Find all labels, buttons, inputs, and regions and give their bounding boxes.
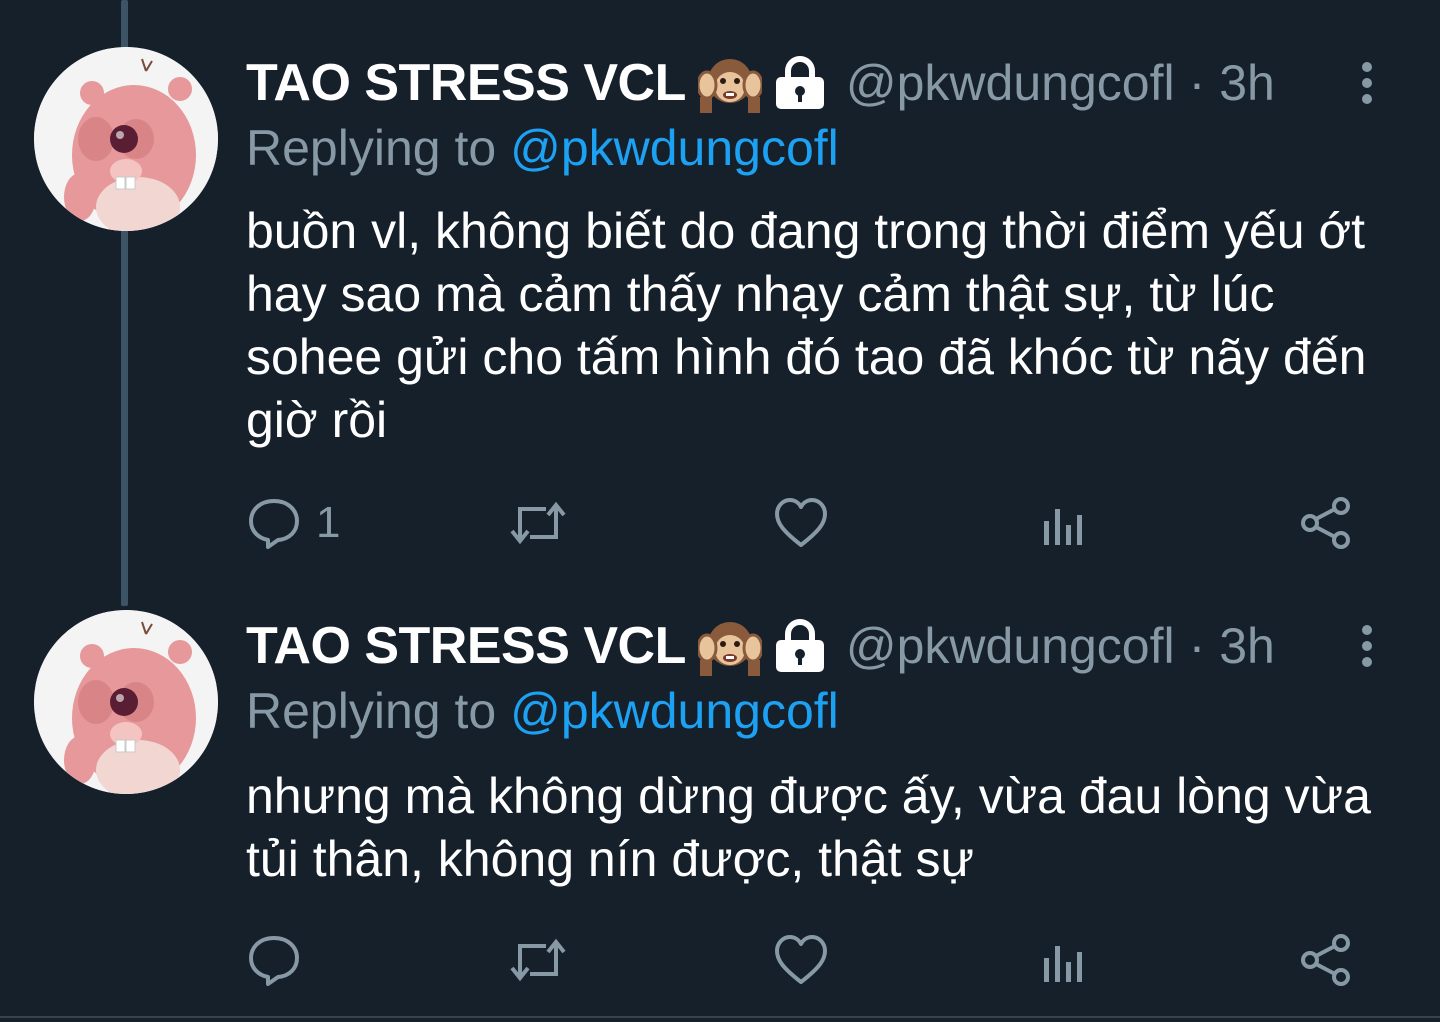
like-button[interactable]	[773, 930, 829, 990]
reply-count: 1	[316, 498, 341, 547]
replying-to-handle-link[interactable]: @pkwdungcofl	[510, 120, 839, 176]
tweet-header: TAO STRESS VCL @pkwdungcofl · 3h	[246, 47, 1275, 119]
analytics-button[interactable]	[1040, 493, 1088, 553]
separator-dot: ·	[1188, 55, 1206, 111]
beaver-avatar-image	[34, 610, 218, 794]
analytics-bar-icon	[1044, 946, 1082, 982]
replying-to-line: Replying to @pkwdungcofl	[246, 682, 839, 740]
reply-button[interactable]: 1	[246, 493, 340, 553]
analytics-button[interactable]	[1040, 930, 1088, 990]
tweet-timestamp[interactable]: 3h	[1219, 617, 1275, 675]
tweet-header: TAO STRESS VCL @pkwdungcofl · 3h	[246, 610, 1275, 682]
share-icon	[1301, 497, 1350, 549]
tweet-actions: 1	[0, 493, 1440, 553]
retweet-button[interactable]	[506, 930, 570, 990]
retweet-icon	[510, 501, 566, 545]
lock-icon	[772, 616, 828, 676]
more-options-icon[interactable]	[1352, 610, 1382, 682]
avatar[interactable]	[34, 47, 218, 231]
heart-icon	[775, 498, 827, 547]
share-button[interactable]	[1298, 930, 1354, 990]
share-icon	[1301, 934, 1350, 986]
separator-dot: ·	[1188, 618, 1206, 674]
monkey-covering-ears-emoji-icon	[696, 51, 764, 115]
analytics-bar-icon	[1044, 509, 1082, 545]
tweet-text: buồn vl, không biết do đang trong thời đ…	[246, 203, 1367, 448]
heart-icon	[775, 935, 827, 984]
display-name[interactable]: TAO STRESS VCL	[246, 53, 686, 113]
like-button[interactable]	[773, 493, 829, 553]
replying-to-label: Replying to	[246, 120, 497, 176]
reply-icon	[249, 499, 299, 549]
replying-to-handle-link[interactable]: @pkwdungcofl	[510, 683, 839, 739]
replying-to-label: Replying to	[246, 683, 497, 739]
user-handle[interactable]: @pkwdungcofl	[846, 617, 1175, 675]
avatar[interactable]	[34, 610, 218, 794]
tweet-timestamp[interactable]: 3h	[1219, 54, 1275, 112]
retweet-icon	[510, 938, 566, 982]
share-button[interactable]	[1298, 493, 1354, 553]
replying-to-line: Replying to @pkwdungcofl	[246, 119, 839, 177]
retweet-button[interactable]	[506, 493, 570, 553]
reply-icon	[249, 936, 299, 986]
tweet-actions	[0, 930, 1440, 990]
display-name[interactable]: TAO STRESS VCL	[246, 616, 686, 676]
monkey-covering-ears-emoji-icon	[696, 614, 764, 678]
tweet-divider	[0, 1016, 1440, 1018]
beaver-avatar-image	[34, 47, 218, 231]
user-handle[interactable]: @pkwdungcofl	[846, 54, 1175, 112]
more-options-icon[interactable]	[1352, 47, 1382, 119]
tweet-text: nhưng mà không dừng được ấy, vừa đau lòn…	[246, 768, 1371, 887]
lock-icon	[772, 53, 828, 113]
reply-button[interactable]	[246, 930, 316, 990]
